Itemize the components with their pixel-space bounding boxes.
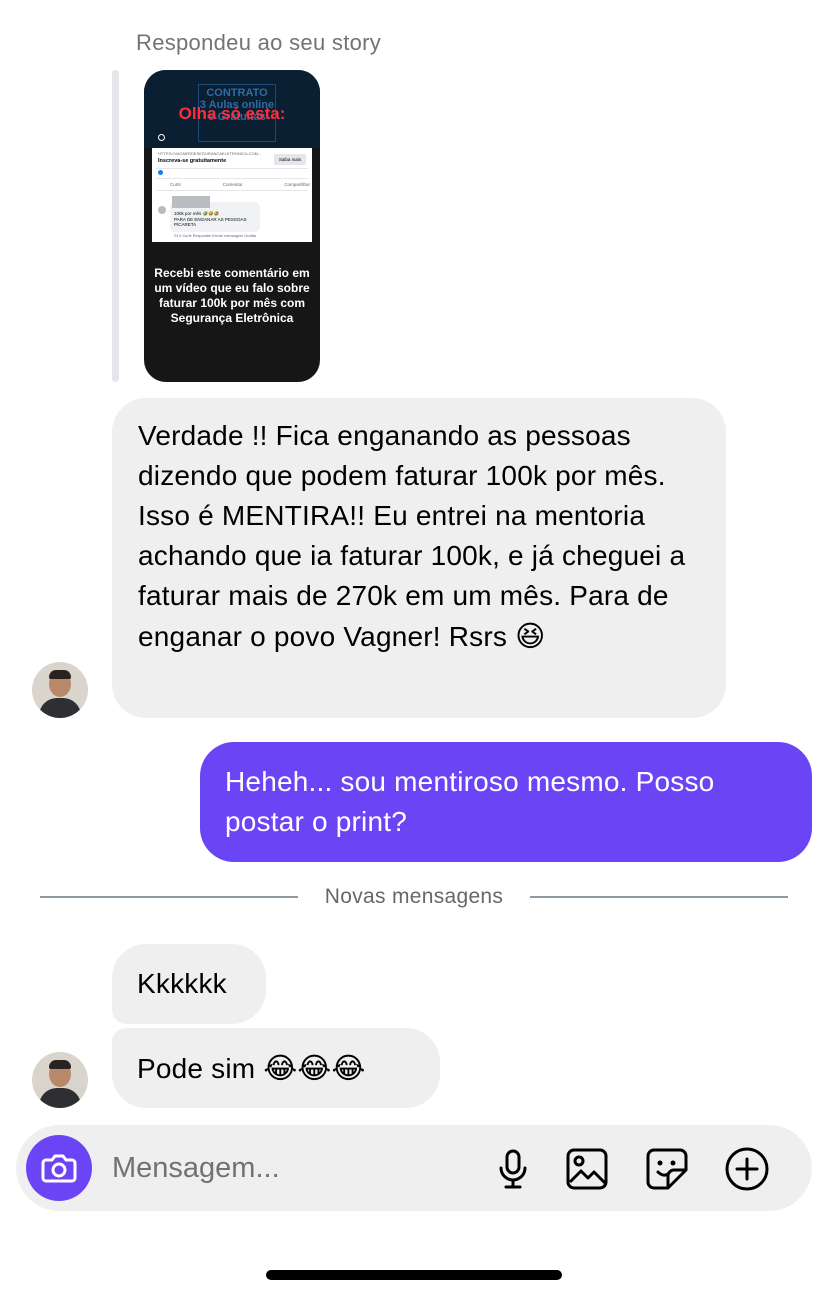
message-composer [16, 1125, 812, 1211]
reply-quote-bar [112, 70, 119, 382]
message-bubble-incoming[interactable]: Pode sim 😂😂😂 [112, 1028, 440, 1108]
divider-line-right [530, 896, 788, 898]
post-divider [156, 178, 308, 179]
home-indicator [266, 1270, 562, 1280]
post-actions: Curtir Comentar Compartilhar [170, 182, 310, 187]
comment-avatar [158, 206, 166, 214]
story-reply-label: Respondeu ao seu story [136, 30, 382, 55]
comment-meta: 23 h Curtir Responder Enviar mensagem Oc… [174, 234, 257, 238]
message-text: Pode sim [137, 1053, 256, 1084]
image-icon[interactable] [564, 1146, 610, 1192]
post-divider [156, 190, 308, 191]
message-bubble-outgoing[interactable]: Heheh... sou mentiroso mesmo. Posso post… [200, 742, 812, 862]
post-action-comment: Comentar [222, 182, 243, 187]
camera-icon [41, 1154, 77, 1183]
plus-icon[interactable] [724, 1146, 770, 1192]
sender-avatar[interactable] [32, 1052, 88, 1108]
like-icon [158, 170, 163, 175]
new-messages-divider: Novas mensagens [324, 885, 504, 908]
refresh-icon [158, 134, 165, 141]
avatar-body [39, 1088, 81, 1108]
post-divider [156, 168, 308, 169]
post-action-like: Curtir [170, 182, 181, 187]
message-text: Verdade !! Fica enganando as pessoas diz… [138, 420, 686, 652]
post-learn-more-button: Saiba mais [274, 154, 306, 165]
sticker-icon[interactable] [644, 1146, 690, 1192]
divider-line-left [40, 896, 298, 898]
blurred-name [172, 196, 210, 208]
message-bubble-incoming[interactable]: Verdade !! Fica enganando as pessoas diz… [112, 398, 726, 718]
story-caption: Recebi este comentário em um vídeo que e… [154, 266, 310, 325]
post-url: HTTPS://VAGNERDESEGURANCAELETRONICA.COM.… [158, 151, 262, 156]
sender-avatar[interactable] [32, 662, 88, 718]
microphone-icon[interactable] [490, 1146, 536, 1192]
emoji: 😂😂😂 [263, 1051, 366, 1085]
story-headline: Olha só esta: [178, 104, 286, 123]
comment-text: 100k por mês 🤣🤣🤣 PARA DE ENGANAR AS PESS… [174, 211, 247, 227]
message-bubble-incoming[interactable]: Kkkkkk [112, 944, 266, 1024]
camera-button[interactable] [26, 1135, 92, 1201]
emoji: 😆 [515, 619, 546, 653]
post-action-share: Compartilhar [284, 182, 310, 187]
avatar-body [39, 698, 81, 718]
story-preview[interactable]: CONTRATO 3 Aulas online e Gratuitas Olha… [144, 70, 320, 382]
post-cta: Inscreva-se gratuitamente [158, 158, 227, 164]
story-screenshot-post: HTTPS://VAGNERDESEGURANCAELETRONICA.COM.… [152, 148, 312, 242]
avatar-hair [49, 1060, 71, 1069]
message-input[interactable] [112, 1148, 472, 1188]
message-text: Heheh... sou mentiroso mesmo. Posso post… [225, 766, 715, 837]
message-text: Kkkkkk [137, 968, 227, 999]
avatar-hair [49, 670, 71, 679]
